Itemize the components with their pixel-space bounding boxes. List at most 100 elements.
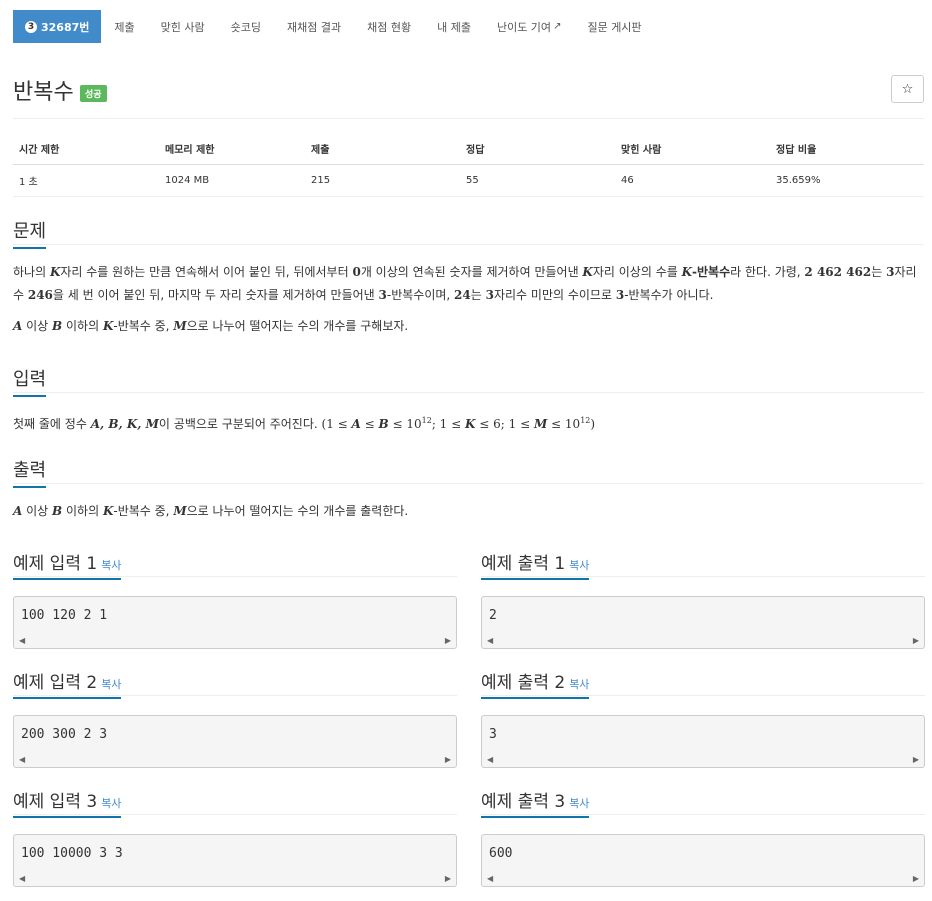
copy-sample-output-1[interactable]: 복사: [569, 559, 589, 572]
time-limit-value: 1 초: [13, 164, 159, 197]
accept-rate-value: 35.659%: [770, 164, 924, 197]
sample-output-1-text: 2: [489, 608, 497, 623]
page-title: 반복수: [13, 80, 74, 105]
col-memory-limit: 메모리 제한: [159, 135, 305, 165]
nav-rejudge-result[interactable]: 재채점 결과: [274, 10, 354, 43]
external-link-icon: ↗: [553, 21, 562, 32]
col-accepted: 정답: [460, 135, 615, 165]
page: 3 32687번 제출 맞힌 사람 숏코딩 재채점 결과 채점 현황 내 제출 …: [0, 0, 932, 901]
sample-output-1-heading-bar: 예제 출력 1 복사: [481, 549, 925, 580]
horizontal-scrollbar[interactable]: ◀ ▶: [483, 871, 923, 885]
output-heading: 출력: [13, 456, 47, 488]
output-paragraph: A 이상 B 이하의 K-반복수 중, M으로 나누어 떨어지는 수의 개수를 …: [13, 504, 409, 518]
scroll-left-icon[interactable]: ◀: [19, 636, 25, 645]
input-section: 입력 첫째 줄에 정수 A, B, K, M이 공백으로 구분되어 주어진다. …: [13, 365, 924, 444]
horizontal-scrollbar[interactable]: ◀ ▶: [15, 871, 455, 885]
sample-output-1-box: 2 ◀ ▶: [481, 596, 925, 649]
star-icon: ☆: [901, 81, 914, 97]
copy-sample-input-3[interactable]: 복사: [101, 797, 121, 810]
horizontal-scrollbar[interactable]: ◀ ▶: [15, 633, 455, 647]
sample-input-2-heading: 예제 입력 2 복사: [13, 668, 122, 699]
sample-output-2-box: 3 ◀ ▶: [481, 715, 925, 768]
col-time-limit: 시간 제한: [13, 135, 159, 165]
problem-paragraph-2: A 이상 B 이하의 K-반복수 중, M으로 나누어 떨어지는 수의 개수를 …: [13, 319, 409, 333]
sample-input-1-heading: 예제 입력 1 복사: [13, 549, 122, 580]
sample-output-1: 예제 출력 1 복사 2 ◀ ▶: [481, 549, 925, 649]
sample-input-3-box: 100 10000 3 3 ◀ ▶: [13, 834, 457, 887]
problem-description: 하나의 K자리 수를 원하는 만큼 연속해서 이어 붙인 뒤, 뒤에서부터 0개…: [13, 261, 924, 338]
sample-output-3: 예제 출력 3 복사 600 ◀ ▶: [481, 787, 925, 887]
tier-badge: 3: [25, 20, 37, 33]
nav-difficulty-contribution[interactable]: 난이도 기여 ↗: [484, 10, 575, 43]
nav-problem-number[interactable]: 3 32687번: [13, 10, 102, 43]
sample-output-3-heading-bar: 예제 출력 3 복사: [481, 787, 925, 818]
sample-input-3-text: 100 10000 3 3: [21, 846, 123, 861]
nav-question-board[interactable]: 질문 게시판: [574, 10, 654, 43]
solved-users-value: 46: [615, 164, 770, 197]
sample-input-3-heading-bar: 예제 입력 3 복사: [13, 787, 457, 818]
copy-sample-input-1[interactable]: 복사: [101, 559, 121, 572]
sample-output-2-text: 3: [489, 727, 497, 742]
accepted-value: 55: [460, 164, 615, 197]
input-heading: 입력: [13, 365, 47, 397]
sample-input-1-text: 100 120 2 1: [21, 608, 108, 623]
col-submissions: 제출: [305, 135, 460, 165]
problem-heading: 문제: [13, 217, 47, 249]
output-description: A 이상 B 이하의 K-반복수 중, M으로 나누어 떨어지는 수의 개수를 …: [13, 500, 924, 523]
nav-problem-label: 32687번: [41, 20, 90, 34]
sample-input-2-heading-bar: 예제 입력 2 복사: [13, 668, 457, 699]
horizontal-scrollbar[interactable]: ◀ ▶: [483, 633, 923, 647]
horizontal-scrollbar[interactable]: ◀ ▶: [15, 752, 455, 766]
sample-output-3-heading: 예제 출력 3 복사: [481, 787, 590, 818]
scroll-right-icon[interactable]: ▶: [445, 755, 451, 764]
input-description: 첫째 줄에 정수 A, B, K, M이 공백으로 구분되어 주어진다. (1 …: [13, 409, 924, 436]
memory-limit-value: 1024 MB: [159, 164, 305, 197]
sample-input-3: 예제 입력 3 복사 100 10000 3 3 ◀ ▶: [13, 787, 457, 887]
sample-output-2-heading: 예제 출력 2 복사: [481, 668, 590, 699]
scroll-right-icon[interactable]: ▶: [445, 874, 451, 883]
scroll-left-icon[interactable]: ◀: [19, 874, 25, 883]
output-heading-bar: 출력: [13, 456, 924, 488]
sample-input-1-box: 100 120 2 1 ◀ ▶: [13, 596, 457, 649]
submissions-value: 215: [305, 164, 460, 197]
scroll-right-icon[interactable]: ▶: [913, 636, 919, 645]
sample-input-1: 예제 입력 1 복사 100 120 2 1 ◀ ▶: [13, 549, 457, 649]
copy-sample-input-2[interactable]: 복사: [101, 678, 121, 691]
sample-input-2: 예제 입력 2 복사 200 300 2 3 ◀ ▶: [13, 668, 457, 768]
problem-nav: 3 32687번 제출 맞힌 사람 숏코딩 재채점 결과 채점 현황 내 제출 …: [13, 10, 924, 43]
scroll-right-icon[interactable]: ▶: [913, 874, 919, 883]
nav-submit[interactable]: 제출: [101, 10, 147, 43]
problem-heading-bar: 문제: [13, 217, 924, 249]
sample-input-2-box: 200 300 2 3 ◀ ▶: [13, 715, 457, 768]
scroll-left-icon[interactable]: ◀: [487, 755, 493, 764]
info-header-row: 시간 제한 메모리 제한 제출 정답 맞힌 사람 정답 비율: [13, 135, 924, 165]
scroll-left-icon[interactable]: ◀: [487, 636, 493, 645]
copy-sample-output-3[interactable]: 복사: [569, 797, 589, 810]
sample-input-3-heading: 예제 입력 3 복사: [13, 787, 122, 818]
star-button[interactable]: ☆: [891, 75, 924, 103]
sample-output-3-box: 600 ◀ ▶: [481, 834, 925, 887]
status-badge: 성공: [80, 85, 107, 102]
sample-input-2-text: 200 300 2 3: [21, 727, 108, 742]
output-section: 출력 A 이상 B 이하의 K-반복수 중, M으로 나누어 떨어지는 수의 개…: [13, 456, 924, 531]
problem-paragraph-1: 하나의 K자리 수를 원하는 만큼 연속해서 이어 붙인 뒤, 뒤에서부터 0개…: [13, 265, 917, 302]
sample-output-1-heading: 예제 출력 1 복사: [481, 549, 590, 580]
nav-short-coding[interactable]: 숏코딩: [218, 10, 274, 43]
horizontal-scrollbar[interactable]: ◀ ▶: [483, 752, 923, 766]
col-solved-users: 맞힌 사람: [615, 135, 770, 165]
input-heading-bar: 입력: [13, 365, 924, 397]
scroll-left-icon[interactable]: ◀: [487, 874, 493, 883]
problem-section: 문제 하나의 K자리 수를 원하는 만큼 연속해서 이어 붙인 뒤, 뒤에서부터…: [13, 217, 924, 346]
sample-output-2: 예제 출력 2 복사 3 ◀ ▶: [481, 668, 925, 768]
nav-status[interactable]: 채점 현황: [354, 10, 424, 43]
sample-output-2-heading-bar: 예제 출력 2 복사: [481, 668, 925, 699]
sample-output-3-text: 600: [489, 846, 513, 861]
nav-difficulty-label: 난이도 기여: [496, 20, 552, 34]
copy-sample-output-2[interactable]: 복사: [569, 678, 589, 691]
nav-my-submissions[interactable]: 내 제출: [424, 10, 484, 43]
scroll-right-icon[interactable]: ▶: [913, 755, 919, 764]
nav-solved-users[interactable]: 맞힌 사람: [148, 10, 218, 43]
col-accept-rate: 정답 비율: [770, 135, 924, 165]
scroll-left-icon[interactable]: ◀: [19, 755, 25, 764]
scroll-right-icon[interactable]: ▶: [445, 636, 451, 645]
